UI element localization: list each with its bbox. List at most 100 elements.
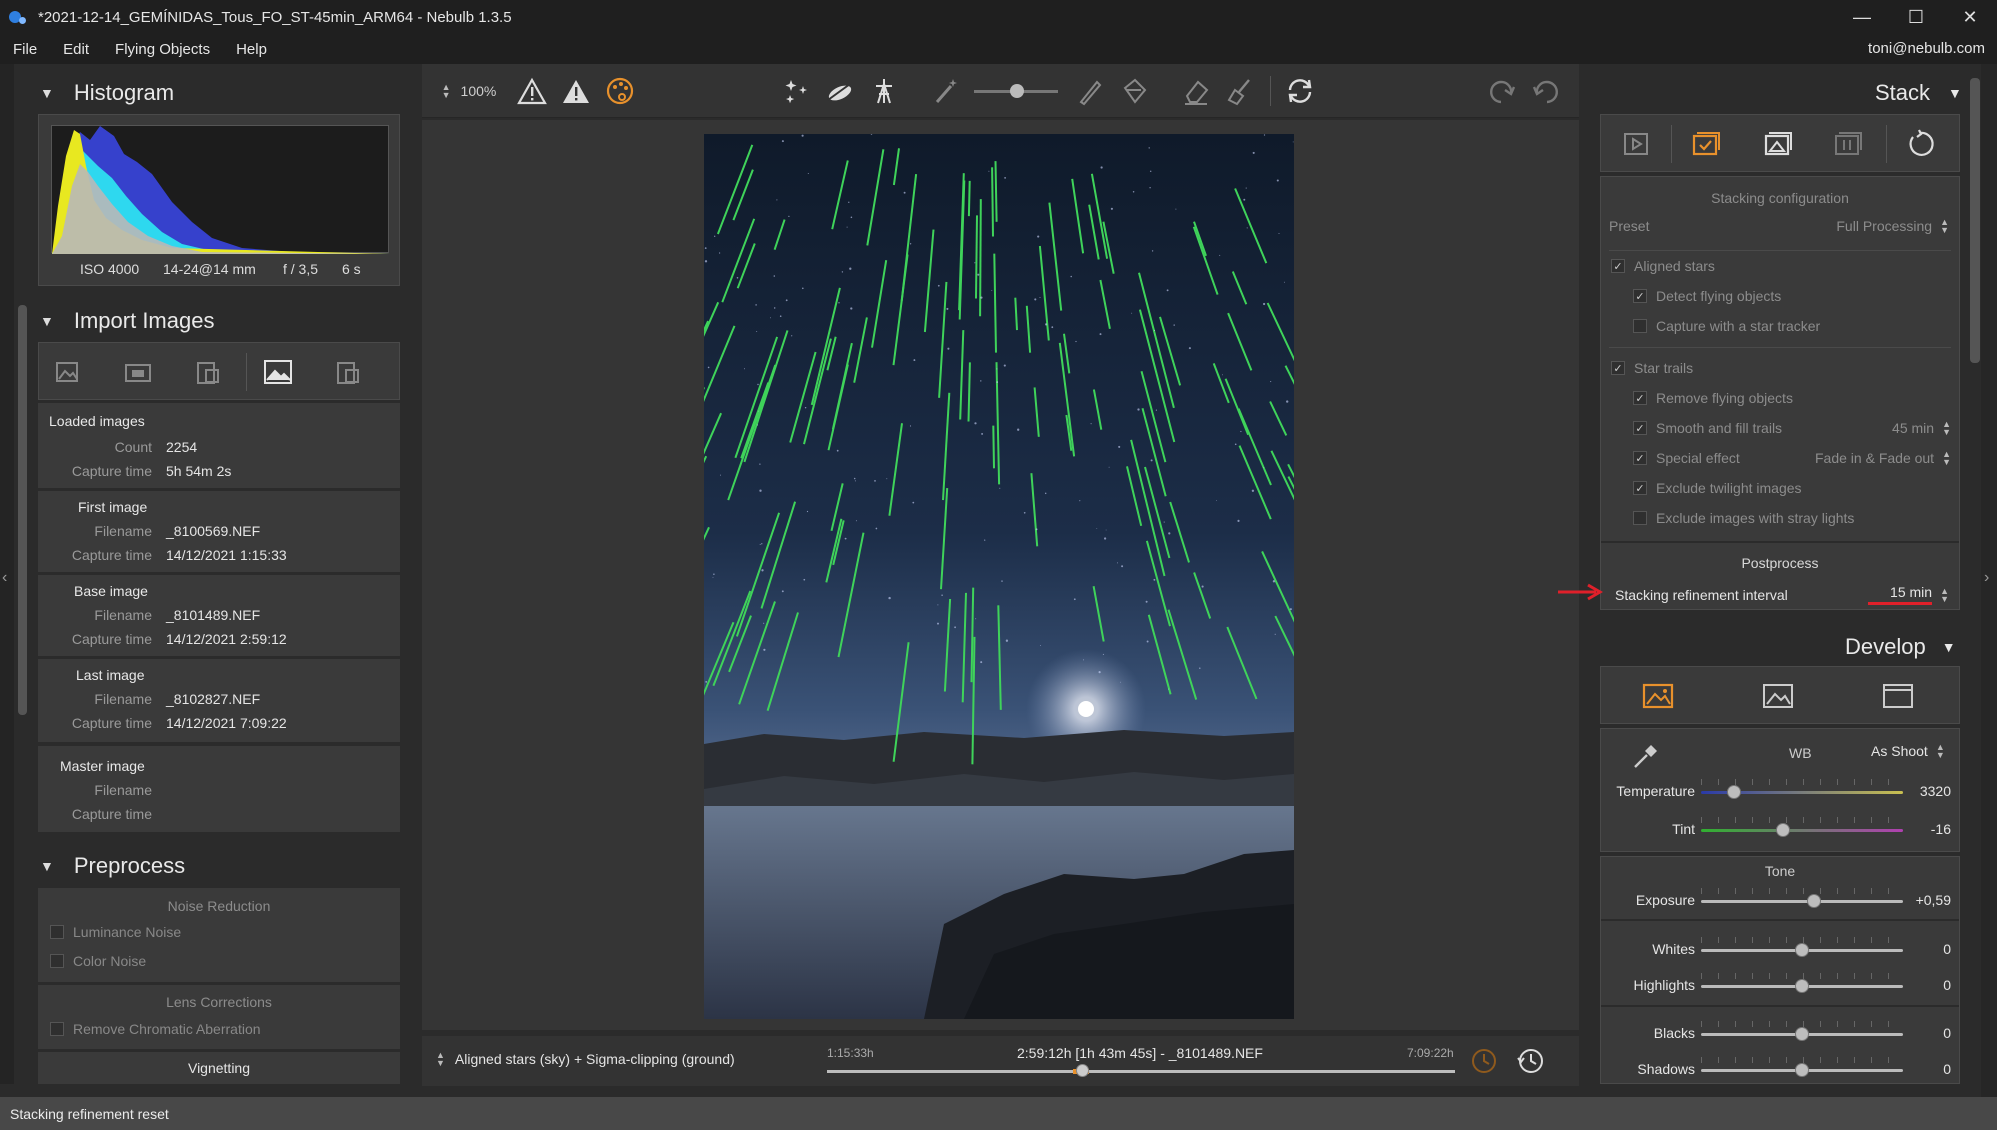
fill-bucket-icon[interactable] <box>1116 64 1152 118</box>
clock-orange-icon[interactable] <box>1470 1046 1500 1081</box>
slider-knob[interactable] <box>1795 1027 1809 1041</box>
collapse-triangle-icon[interactable]: ▼ <box>40 85 54 101</box>
histogram-header[interactable]: ▼ Histogram <box>40 80 174 106</box>
temperature-slider[interactable] <box>1701 779 1903 799</box>
develop-header[interactable]: Develop ▼ <box>1845 634 1956 660</box>
import-images-icon[interactable] <box>51 355 85 389</box>
preview-image[interactable] <box>704 134 1294 1019</box>
slider-knob[interactable] <box>1010 83 1024 98</box>
stack-frames-icon[interactable] <box>1831 127 1865 161</box>
collapse-triangle-icon[interactable]: ▼ <box>1942 639 1956 655</box>
palette-icon[interactable] <box>602 64 638 118</box>
spinner-icon[interactable]: ▲ ▼ <box>1936 743 1945 760</box>
wb-selector[interactable]: As Shoot ▲ ▼ <box>1871 743 1945 760</box>
stacking-refinement-value[interactable]: 15 min <box>1868 584 1933 605</box>
magic-wand-icon[interactable] <box>928 64 964 118</box>
menu-file[interactable]: File <box>0 41 50 58</box>
remove-chromatic-aberration-checkbox[interactable]: Remove Chromatic Aberration <box>50 1021 261 1037</box>
slider-knob[interactable] <box>1776 823 1790 837</box>
account-email[interactable]: toni@nebulb.com <box>1868 40 1985 57</box>
exclude-stray-lights-checkbox[interactable]: Exclude images with stray lights <box>1633 510 1854 526</box>
warning-outline-icon[interactable] <box>514 64 550 118</box>
slider-knob[interactable] <box>1807 894 1821 908</box>
stacking-mode-selector[interactable]: ▲ ▼ Aligned stars (sky) + Sigma-clipping … <box>436 1051 735 1068</box>
slider-knob[interactable] <box>1795 1063 1809 1077</box>
refresh-icon[interactable] <box>1282 64 1318 118</box>
develop-image-icon[interactable] <box>1641 679 1675 713</box>
timeline-slider[interactable] <box>827 1064 1455 1077</box>
spinner-icon[interactable]: ▲ ▼ <box>1940 586 1949 603</box>
history-icon[interactable] <box>1516 1046 1546 1081</box>
play-mode-icon[interactable] <box>1619 127 1653 161</box>
timeline-knob[interactable] <box>1076 1064 1089 1077</box>
collapse-triangle-icon[interactable]: ▼ <box>1948 85 1962 101</box>
stack-config-icon[interactable] <box>1689 127 1723 161</box>
maximize-button[interactable]: ☐ <box>1889 0 1943 34</box>
undo-icon[interactable] <box>1528 64 1564 118</box>
chevron-left-icon[interactable]: ‹ <box>2 569 7 587</box>
redo-icon[interactable] <box>1484 64 1520 118</box>
spinner-icon[interactable]: ▲ ▼ <box>1940 218 1949 235</box>
star-trails-photo[interactable] <box>704 134 1294 1019</box>
collapse-triangle-icon[interactable]: ▼ <box>40 313 54 329</box>
slider-knob[interactable] <box>1727 785 1741 799</box>
remove-flying-objects-checkbox[interactable]: ✓ Remove flying objects <box>1633 390 1793 406</box>
stack-header[interactable]: Stack ▼ <box>1875 80 1962 106</box>
zoom-selector[interactable]: ▲ ▼ 100% <box>434 64 504 118</box>
checkbox-icon[interactable] <box>50 925 64 939</box>
highlights-slider[interactable] <box>1701 973 1903 993</box>
collapse-triangle-icon[interactable]: ▼ <box>40 858 54 874</box>
left-scrollbar[interactable] <box>18 305 27 715</box>
base-image-icon[interactable] <box>261 355 295 389</box>
chevron-right-icon[interactable]: › <box>1984 569 1989 587</box>
blacks-slider[interactable] <box>1701 1021 1903 1041</box>
left-collapse-gutter[interactable]: ‹ <box>0 64 14 1084</box>
menu-flying-objects[interactable]: Flying Objects <box>102 41 223 58</box>
preset-row[interactable]: Preset Full Processing ▲ ▼ <box>1609 218 1949 235</box>
spinner-icon[interactable]: ▲ ▼ <box>1942 420 1951 437</box>
star-trails-checkbox[interactable]: ✓ Star trails <box>1611 360 1693 376</box>
slider-knob[interactable] <box>1795 979 1809 993</box>
luminance-noise-checkbox[interactable]: Luminance Noise <box>50 924 181 940</box>
eyedropper-icon[interactable] <box>1631 741 1661 776</box>
tint-slider[interactable] <box>1701 817 1903 837</box>
smooth-fill-trails-checkbox[interactable]: ✓ Smooth and fill trails 45 min ▲ ▼ <box>1633 420 1951 437</box>
shadows-slider[interactable] <box>1701 1057 1903 1077</box>
detect-flying-objects-checkbox[interactable]: ✓ Detect flying objects <box>1633 288 1781 304</box>
slider-knob[interactable] <box>1795 943 1809 957</box>
import-folder-icon[interactable] <box>121 355 155 389</box>
star-tracker-checkbox[interactable]: Capture with a star tracker <box>1633 318 1820 334</box>
meteor-icon[interactable] <box>822 64 858 118</box>
warning-filled-icon[interactable] <box>558 64 594 118</box>
checkbox-icon[interactable] <box>50 1022 64 1036</box>
brush-size-slider[interactable] <box>970 64 1062 118</box>
minimize-button[interactable]: — <box>1835 0 1889 34</box>
stacking-refinement-row[interactable]: Stacking refinement interval 15 min ▲ ▼ <box>1615 584 1949 605</box>
import-clipboard-icon[interactable] <box>191 355 225 389</box>
develop-landscape-icon[interactable] <box>1761 679 1795 713</box>
import-images-header[interactable]: ▼ Import Images <box>40 308 214 334</box>
whites-slider[interactable] <box>1701 937 1903 957</box>
preprocess-header[interactable]: ▼ Preprocess <box>40 853 185 879</box>
color-noise-checkbox[interactable]: Color Noise <box>50 953 146 969</box>
eraser-icon[interactable] <box>1178 64 1214 118</box>
checkbox-icon[interactable] <box>50 954 64 968</box>
exposure-slider[interactable] <box>1701 888 1903 908</box>
crop-frame-icon[interactable] <box>1881 679 1915 713</box>
aligned-stars-checkbox[interactable]: ✓ Aligned stars <box>1611 258 1715 274</box>
right-scrollbar[interactable] <box>1970 78 1980 363</box>
exclude-twilight-checkbox[interactable]: ✓ Exclude twilight images <box>1633 480 1802 496</box>
brush-icon[interactable] <box>1072 64 1108 118</box>
broom-icon[interactable] <box>1222 64 1258 118</box>
menu-help[interactable]: Help <box>223 41 280 58</box>
close-button[interactable]: ✕ <box>1943 0 1997 34</box>
special-effect-checkbox[interactable]: ✓ Special effect Fade in & Fade out ▲ ▼ <box>1633 450 1951 467</box>
stack-preview-icon[interactable] <box>1761 127 1795 161</box>
tower-icon[interactable] <box>866 64 902 118</box>
right-collapse-gutter[interactable]: › <box>1981 64 1997 1097</box>
master-clipboard-icon[interactable] <box>331 355 365 389</box>
reset-icon[interactable] <box>1903 127 1937 161</box>
menu-edit[interactable]: Edit <box>50 41 102 58</box>
stars-icon[interactable] <box>778 64 814 118</box>
spinner-icon[interactable]: ▲ ▼ <box>1942 450 1951 467</box>
